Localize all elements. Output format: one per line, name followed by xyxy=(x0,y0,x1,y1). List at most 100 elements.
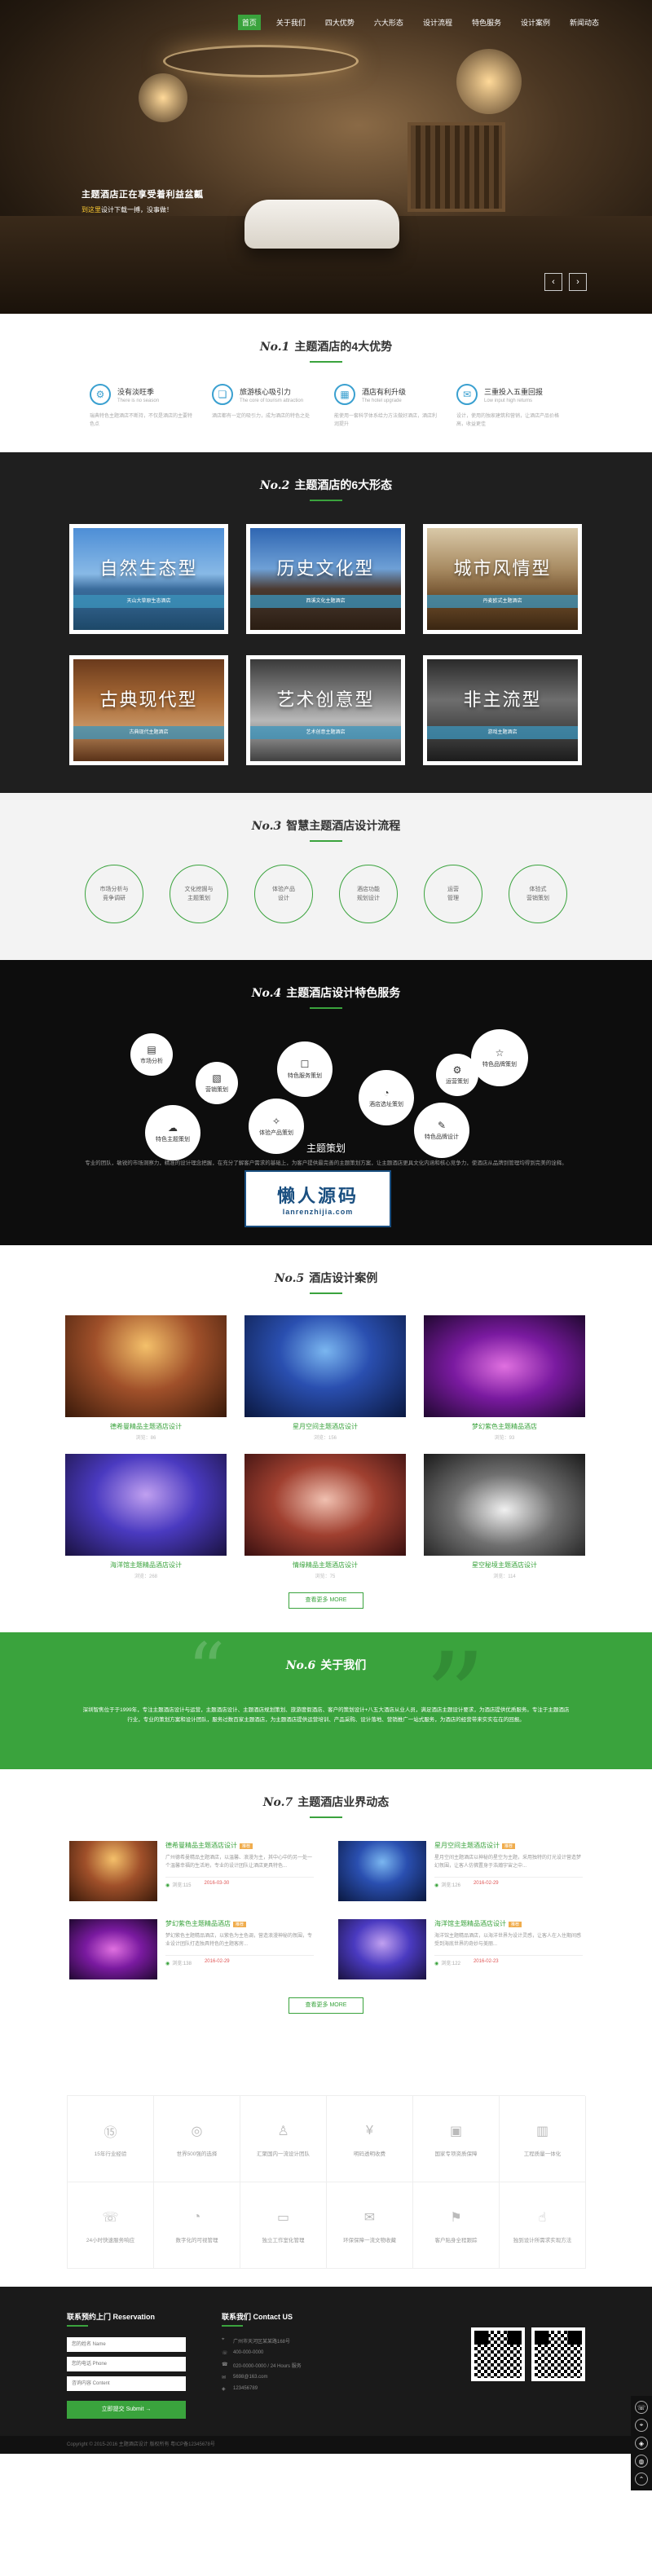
weibo-icon[interactable]: ◍ xyxy=(635,2455,648,2468)
form-caption: 艺术创意主题酒店 xyxy=(250,726,401,739)
cases-grid: 德希曼精品主题酒店设计 浏览：86 星月空间主题酒店设计 浏览：156 梦幻紫色… xyxy=(65,1315,587,1579)
back-to-top-icon[interactable]: ⌃ xyxy=(635,2473,648,2486)
feature-label: 明码透明收费 xyxy=(354,2151,385,2157)
case-card[interactable]: 情缘精品主题酒店设计 浏览：75 xyxy=(244,1454,406,1579)
nav-item-forms[interactable]: 六大形态 xyxy=(370,15,408,30)
form-card[interactable]: 非主流型 游戏主题酒店 xyxy=(423,655,582,765)
prev-arrow-icon[interactable]: ‹ xyxy=(544,273,562,291)
watermark-url: lanrenzhijia.com xyxy=(282,1208,354,1216)
news-title[interactable]: 梦幻紫色主题精品酒店 xyxy=(165,1920,231,1927)
news-image[interactable] xyxy=(69,1841,157,1901)
news-title[interactable]: 海洋馆主题精品酒店设计 xyxy=(434,1920,506,1927)
news-item[interactable]: 星月空间主题酒店设计 推荐 星月空间主题酒店以神秘的星空为主题，采用独特的灯光设计… xyxy=(338,1841,583,1901)
case-name[interactable]: 星空秘境主题酒店设计 xyxy=(424,1561,585,1570)
case-name[interactable]: 梦幻紫色主题精品酒店 xyxy=(424,1422,585,1431)
case-image xyxy=(244,1315,406,1417)
phone-input[interactable] xyxy=(67,2357,186,2371)
news-title[interactable]: 德希曼精品主题酒店设计 xyxy=(165,1842,237,1849)
news-title[interactable]: 星月空间主题酒店设计 xyxy=(434,1842,500,1849)
submit-button[interactable]: 立即提交 Submit → xyxy=(67,2401,186,2419)
nav-item-advantages[interactable]: 四大优势 xyxy=(321,15,359,30)
more-cases-button[interactable]: 查看更多 MORE xyxy=(289,1592,363,1609)
step-line-1: 体验产品 xyxy=(272,886,295,892)
news-date: 2016-03-30 xyxy=(204,1881,230,1887)
step-line-1: 体验式 xyxy=(529,886,547,892)
title-underline xyxy=(310,361,342,363)
news-item[interactable]: 德希曼精品主题酒店设计 推荐 广州德希曼精品主题酒店，以温馨、浪漫为主，其中心中的… xyxy=(69,1841,314,1901)
case-card[interactable]: 梦幻紫色主题精品酒店 浏览：93 xyxy=(424,1315,585,1441)
news-date: 2016-02-29 xyxy=(473,1881,499,1887)
form-card[interactable]: 艺术创意型 艺术创意主题酒店 xyxy=(246,655,405,765)
case-card[interactable]: 海洋馆主题精品酒店设计 浏览：268 xyxy=(65,1454,227,1579)
service-bubble[interactable]: ▤ 市场分析 xyxy=(130,1033,173,1076)
nav-item-process[interactable]: 设计流程 xyxy=(419,15,456,30)
building-icon: ▥ xyxy=(535,2124,549,2138)
nav-item-services[interactable]: 特色服务 xyxy=(468,15,505,30)
case-card[interactable]: 星空秘境主题酒店设计 浏览：114 xyxy=(424,1454,585,1579)
section-heading: 主题酒店的6大形态 xyxy=(294,478,393,491)
step-line-1: 市场分析与 xyxy=(99,886,129,892)
advantage-title: 没有淡旺季 xyxy=(117,387,155,396)
news-image[interactable] xyxy=(69,1919,157,1979)
advantage-subtitle: There is no season xyxy=(117,398,160,403)
nav-item-cases[interactable]: 设计案例 xyxy=(517,15,554,30)
form-card[interactable]: 历史文化型 西溪文化主题酒店 xyxy=(246,524,405,634)
contact-email[interactable]: 5698@163.com xyxy=(233,2375,267,2380)
service-bubble[interactable]: ☆ 特色品牌策划 xyxy=(471,1029,528,1086)
main-nav: 首页 关于我们 四大优势 六大形态 设计流程 特色服务 设计案例 新闻动态 xyxy=(237,15,603,30)
title-underline xyxy=(310,1007,342,1009)
case-card[interactable]: 星月空间主题酒店设计 浏览：156 xyxy=(244,1315,406,1441)
advantage-desc: 设计，使用的独家建筑和营销，让酒店产品价格高，收益更佳 xyxy=(456,414,560,427)
section-news: No.7 主题酒店业界动态 德希曼精品主题酒店设计 推荐 广州德希曼精品主题酒店，以… xyxy=(0,1769,652,2095)
quote-open-icon: “ xyxy=(187,1632,226,1713)
news-excerpt: 星月空间主题酒店以神秘的星空为主题，采用独特的灯光设计营造梦幻氛围，让客人仿佛置… xyxy=(434,1856,582,1869)
thumb-icon: ☝ xyxy=(538,2210,547,2225)
section-number: No.6 xyxy=(285,1659,316,1672)
name-input[interactable] xyxy=(67,2337,186,2352)
content-input[interactable] xyxy=(67,2376,186,2391)
form-caption: 西溪文化主题酒店 xyxy=(250,595,401,608)
heading-underline xyxy=(222,2325,243,2327)
form-card[interactable]: 城市风情型 丹麦欧式主题酒店 xyxy=(423,524,582,634)
copyright-text: Copyright © 2015-2016 主题酒店设计 版权所有 粤ICP备1… xyxy=(0,2436,652,2454)
service-bubble[interactable]: ◔ 酒店选址策划 xyxy=(359,1070,414,1125)
form-card[interactable]: 自然生态型 天山大草原生态酒店 xyxy=(69,524,228,634)
process-step: 体验式 营销策划 xyxy=(509,865,567,923)
advantage-title: 酒店有利升级 xyxy=(362,387,407,396)
case-name[interactable]: 德希曼精品主题酒店设计 xyxy=(65,1422,227,1431)
advantage-title: 旅游核心吸引力 xyxy=(240,387,292,396)
section-cases: No.5 酒店设计案例 德希曼精品主题酒店设计 浏览：86 星月空间主题酒店设计 … xyxy=(0,1245,652,1632)
section-number: No.4 xyxy=(251,987,282,1000)
phone-icon: ☏ xyxy=(222,2351,228,2356)
service-bubble[interactable]: ☐ 特色服务策划 xyxy=(277,1041,333,1097)
case-card[interactable]: 德希曼精品主题酒店设计 浏览：86 xyxy=(65,1315,227,1441)
nav-item-home[interactable]: 首页 xyxy=(237,15,261,30)
case-name[interactable]: 海洋馆主题精品酒店设计 xyxy=(65,1561,227,1570)
chandelier-decoration xyxy=(163,45,359,77)
gear-icon: ⚙ xyxy=(452,1064,462,1076)
case-name[interactable]: 情缘精品主题酒店设计 xyxy=(244,1561,406,1570)
news-item[interactable]: 梦幻紫色主题精品酒店 推荐 梦幻紫色主题精品酒店，以紫色为主色调，营造浪漫神秘的氛… xyxy=(69,1919,314,1979)
gauge-icon: ◔ xyxy=(192,2209,201,2224)
news-image[interactable] xyxy=(338,1919,426,1979)
feature-label: 独立工作室化管理 xyxy=(262,2237,305,2244)
lamp-glow xyxy=(456,49,522,114)
case-name[interactable]: 星月空间主题酒店设计 xyxy=(244,1422,406,1431)
more-news-button[interactable]: 查看更多 MORE xyxy=(289,1997,363,2014)
news-item[interactable]: 海洋馆主题精品酒店设计 推荐 海洋馆主题精品酒店，以海洋世界为设计灵感，让客人在入… xyxy=(338,1919,583,1979)
section-number: No.1 xyxy=(259,341,290,354)
watermark-text: 懒人源码 xyxy=(276,1186,359,1206)
case-views: 浏览：268 xyxy=(134,1574,157,1579)
qq-icon[interactable]: ◈ xyxy=(635,2437,648,2450)
location-icon[interactable]: ⌖ xyxy=(635,2419,648,2432)
nav-item-news[interactable]: 新闻动态 xyxy=(566,15,603,30)
plan-desc: 专业的团队，敏锐的市场洞察力，精准的设计理念把握，在充分了解客户需求的基础上，为… xyxy=(85,1160,567,1166)
service-bubble[interactable]: ▧ 营销策划 xyxy=(196,1062,238,1104)
advantage-subtitle: The hotel upgrade xyxy=(362,398,402,403)
phone-icon[interactable]: ☏ xyxy=(635,2401,648,2414)
section-feature-grid: ⑮ 15年行业经验 ◎ 世界500强的选择 ♙ 汇聚国内一流设计团队 ¥ 明码透明收费 … xyxy=(0,2095,652,2287)
nav-item-about[interactable]: 关于我们 xyxy=(272,15,310,30)
news-image[interactable] xyxy=(338,1841,426,1901)
form-card[interactable]: 古典现代型 古典现代主题酒店 xyxy=(69,655,228,765)
next-arrow-icon[interactable]: › xyxy=(569,273,587,291)
